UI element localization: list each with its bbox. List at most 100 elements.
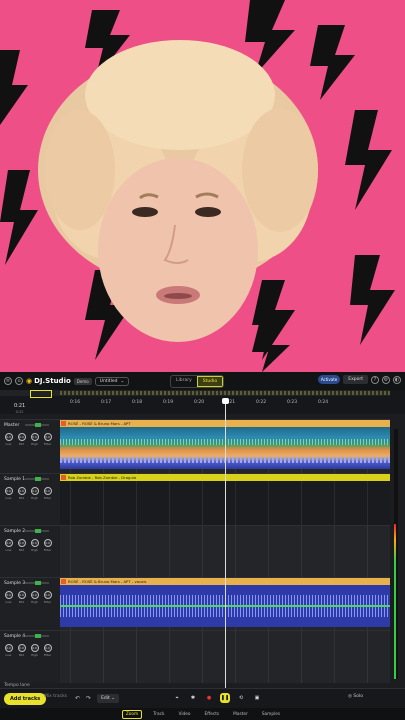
mix-tracks-button[interactable]: Mix tracks: [44, 694, 67, 699]
knob-value: 0.0: [17, 644, 26, 652]
grid-line: [235, 631, 236, 683]
edit-menu-button[interactable]: Edit ⌄: [97, 694, 119, 703]
clip-color-tag: [61, 579, 66, 584]
eq-knob[interactable]: 0.0 High: [30, 644, 39, 657]
solo-label: Solo: [353, 694, 363, 699]
eq-knob[interactable]: 0.0 Filter: [43, 433, 52, 446]
grid-line: [268, 526, 269, 577]
knob-label: Mid: [18, 653, 25, 657]
knob-value: 0.0: [17, 433, 26, 441]
record-icon[interactable]: ●: [204, 693, 214, 703]
export-button[interactable]: Export: [343, 375, 368, 384]
grid-line: [136, 474, 137, 525]
eq-knob[interactable]: 0.0 High: [30, 591, 39, 604]
video-artwork: [0, 0, 405, 372]
tab-samples[interactable]: Samples: [259, 711, 283, 718]
eq-knobs: 0.0 Low 0.0 Mid 0.0 High 0.0 Filter: [4, 591, 52, 604]
eq-knob[interactable]: 0.0 Low: [4, 487, 13, 500]
eq-knob[interactable]: 0.0 Filter: [43, 644, 52, 657]
knob-label: High: [31, 442, 38, 446]
track-header[interactable]: Master 0.0 Low 0.0 Mid 0.0 High 0.0 Filter: [0, 419, 60, 473]
marker-icon[interactable]: ▣: [252, 693, 262, 703]
control-bar: Add tracks Mix tracks ↶ ↷ Edit ⌄ ⌖ ✱ ● ❚…: [0, 688, 405, 708]
tab-effects[interactable]: Effects: [202, 711, 223, 718]
account-icon[interactable]: ◐: [393, 375, 401, 384]
tab-track[interactable]: Track: [150, 711, 167, 718]
track-header[interactable]: Sample 1 0.0 Low 0.0 Mid 0.0 High 0.0 Filter: [0, 473, 60, 525]
knob-label: Filter: [43, 600, 52, 604]
eq-knob[interactable]: 0.0 Low: [4, 591, 13, 604]
tab-studio[interactable]: Studio: [196, 376, 224, 387]
eq-knob[interactable]: 0.0 Low: [4, 539, 13, 552]
eq-knobs: 0.0 Low 0.0 Mid 0.0 High 0.0 Filter: [4, 539, 52, 552]
grid-line: [202, 631, 203, 683]
eq-knob[interactable]: 0.0 Filter: [43, 487, 52, 500]
eq-knob[interactable]: 0.0 Mid: [17, 591, 26, 604]
tab-library[interactable]: Library: [171, 376, 197, 387]
track-name: Sample 4: [4, 634, 26, 639]
knob-value: 0.0: [43, 539, 52, 547]
grid-line: [268, 631, 269, 683]
redo-icon[interactable]: ↷: [86, 695, 91, 702]
knob-value: 0.0: [30, 487, 39, 495]
pause-icon[interactable]: ❚❚: [220, 693, 230, 703]
knob-label: Filter: [43, 496, 52, 500]
help-icon[interactable]: ?: [371, 375, 379, 384]
eq-knob[interactable]: 0.0 Low: [4, 644, 13, 657]
tab-master[interactable]: Master: [230, 711, 251, 718]
track-header[interactable]: Sample 4 0.0 Low 0.0 Mid 0.0 High 0.0 Filter: [0, 630, 60, 683]
activate-button[interactable]: Activate: [317, 375, 341, 384]
tab-video[interactable]: Video: [175, 711, 193, 718]
menu-icon[interactable]: ≡: [4, 377, 12, 385]
grid-line: [169, 631, 170, 683]
home-icon[interactable]: ⌂: [15, 377, 23, 385]
grid-line: [136, 631, 137, 683]
track-header[interactable]: Sample 2 0.0 Low 0.0 Mid 0.0 High 0.0 Filter: [0, 525, 60, 577]
overview-waveform: [60, 391, 390, 395]
eq-knob[interactable]: 0.0 High: [30, 487, 39, 500]
eq-knob[interactable]: 0.0 High: [30, 433, 39, 446]
project-selector[interactable]: Untitled ⌄: [94, 376, 130, 386]
ruler-tick-label: 0:24: [318, 400, 329, 405]
eq-knob[interactable]: 0.0 Filter: [43, 591, 52, 604]
eq-knob[interactable]: 0.0 High: [30, 539, 39, 552]
demo-badge: Demo: [73, 377, 92, 385]
volume-fader[interactable]: [25, 477, 49, 481]
volume-fader[interactable]: [25, 581, 49, 585]
track-header[interactable]: Sample 3 0.0 Low 0.0 Mid 0.0 High 0.0 Filter: [0, 577, 60, 630]
volume-fader[interactable]: [25, 529, 49, 533]
eq-knob[interactable]: 0.0 Mid: [17, 433, 26, 446]
knob-value: 0.0: [4, 644, 13, 652]
gear-icon[interactable]: ⚙: [382, 375, 390, 384]
playhead[interactable]: [222, 398, 229, 688]
grid-line: [70, 526, 71, 577]
grid-line: [70, 631, 71, 683]
chevron-down-icon: ⌄: [120, 378, 125, 384]
settings-small-icon[interactable]: ✱: [188, 693, 198, 703]
bottom-tabs: Zoom Track Video Effects Master Samples: [0, 708, 405, 720]
volume-fader[interactable]: [25, 634, 49, 638]
knob-value: 0.0: [43, 433, 52, 441]
volume-fader[interactable]: [25, 423, 49, 427]
snap-icon[interactable]: ⌖: [172, 693, 182, 703]
loop-icon[interactable]: ⟲: [236, 693, 246, 703]
grid-line: [103, 474, 104, 525]
eq-knob[interactable]: 0.0 Low: [4, 433, 13, 446]
top-bar: ≡ ⌂ ◉ DJ.Studio Demo Untitled ⌄ Library St…: [0, 372, 405, 390]
eq-knob[interactable]: 0.0 Filter: [43, 539, 52, 552]
master-meter: [394, 429, 398, 679]
position-sub: 0:22: [15, 410, 24, 414]
eq-knob[interactable]: 0.0 Mid: [17, 487, 26, 500]
eq-knob[interactable]: 0.0 Mid: [17, 644, 26, 657]
solo-button[interactable]: ◎ Solo: [348, 694, 363, 699]
knob-value: 0.0: [30, 591, 39, 599]
knob-value: 0.0: [17, 591, 26, 599]
eq-knob[interactable]: 0.0 Mid: [17, 539, 26, 552]
tab-zoom[interactable]: Zoom: [121, 709, 143, 719]
knob-value: 0.0: [17, 539, 26, 547]
overview-viewport[interactable]: [30, 390, 52, 398]
undo-icon[interactable]: ↶: [75, 695, 80, 702]
knob-label: Low: [5, 548, 12, 552]
knob-value: 0.0: [4, 539, 13, 547]
add-tracks-button[interactable]: Add tracks: [4, 693, 47, 705]
